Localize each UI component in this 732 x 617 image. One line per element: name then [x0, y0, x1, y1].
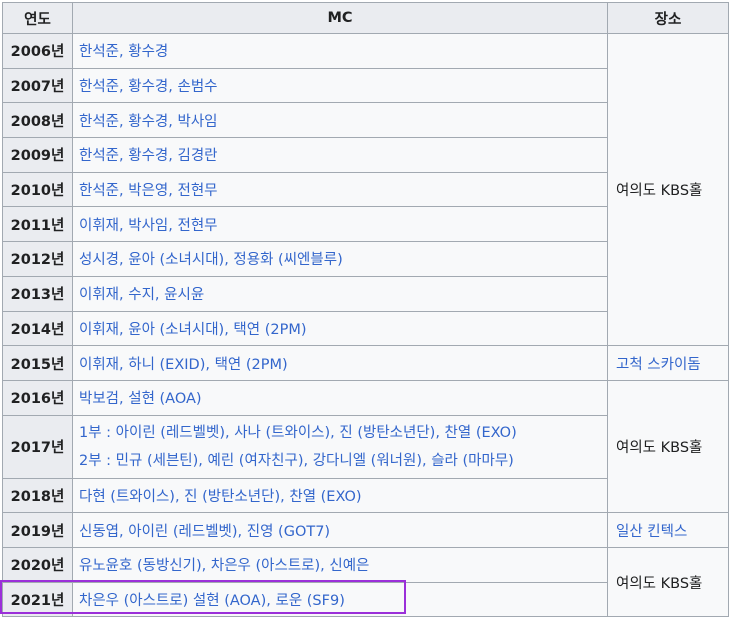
mc-cell[interactable]: 유노윤호 (동방신기), 차은우 (아스트로), 신예은 [72, 546, 608, 583]
mc-cell[interactable]: 박보검, 설현 (AOA) [72, 379, 608, 416]
year-cell: 2007년 [2, 67, 73, 104]
mc-cell[interactable]: 다현 (트와이스), 진 (방탄소년단), 찬열 (EXO) [72, 477, 608, 514]
mc-cell[interactable]: 한석준, 황수경, 손범수 [72, 67, 608, 104]
table-row: 2016년 박보검, 설현 (AOA) 여의도 KBS홀 [2, 379, 729, 514]
mc-cell[interactable]: 한석준, 황수경, 김경란 [72, 137, 608, 173]
year-cell: 2008년 [2, 102, 73, 139]
mc-cell[interactable]: 성시경, 윤아 (소녀시대), 정용화 (씨엔블루) [72, 241, 608, 277]
mc-cell[interactable]: 한석준, 황수경 [72, 33, 608, 69]
year-cell: 2009년 [2, 137, 73, 173]
venue-cell-link[interactable]: 고척 스카이돔 [607, 345, 729, 381]
year-cell: 2016년 [2, 379, 73, 416]
year-cell: 2018년 [2, 477, 73, 514]
year-cell: 2021년 [2, 581, 73, 617]
year-cell: 2015년 [2, 345, 73, 381]
mc-cell[interactable]: 이휘재, 윤아 (소녀시대), 택연 (2PM) [72, 310, 608, 347]
table-row: 2019년 신동엽, 아이린 (레드벨벳), 진영 (GOT7) 일산 킨텍스 [2, 512, 729, 548]
year-cell: 2019년 [2, 512, 73, 548]
venue-cell: 여의도 KBS홀 [607, 546, 729, 617]
table-header-row: 연도 MC 장소 [2, 2, 729, 34]
mc-history-table: 연도 MC 장소 2006년 한석준, 황수경 여의도 KBS홀 2007년 한… [2, 2, 729, 617]
table-row: 2020년 유노윤호 (동방신기), 차은우 (아스트로), 신예은 여의도 K… [2, 546, 729, 617]
year-cell: 2020년 [2, 546, 73, 583]
mc-part1-line[interactable]: 1부 : 아이린 (레드벨벳), 사나 (트와이스), 진 (방탄소년단), 찬… [79, 419, 601, 447]
mc-part2-line[interactable]: 2부 : 민규 (세븐틴), 예린 (여자친구), 강다니엘 (워너원), 슬라… [79, 447, 601, 475]
venue-cell: 여의도 KBS홀 [607, 379, 729, 514]
venue-cell-link[interactable]: 일산 킨텍스 [607, 512, 729, 548]
year-header: 연도 [2, 2, 73, 34]
table-row: 2015년 이휘재, 하니 (EXID), 택연 (2PM) 고척 스카이돔 [2, 345, 729, 381]
year-cell: 2013년 [2, 275, 73, 312]
mc-cell[interactable]: 이휘재, 박사임, 전현무 [72, 206, 608, 243]
venue-cell: 여의도 KBS홀 [607, 32, 729, 347]
year-cell: 2014년 [2, 310, 73, 347]
table-row: 2006년 한석준, 황수경 여의도 KBS홀 [2, 32, 729, 347]
year-cell: 2017년 [2, 414, 73, 479]
year-cell: 2006년 [2, 33, 73, 69]
mc-header: MC [72, 2, 608, 34]
mc-cell[interactable]: 한석준, 박은영, 전현무 [72, 171, 608, 208]
mc-cell[interactable]: 1부 : 아이린 (레드벨벳), 사나 (트와이스), 진 (방탄소년단), 찬… [72, 414, 608, 479]
year-cell: 2012년 [2, 241, 73, 277]
year-cell: 2010년 [2, 171, 73, 208]
mc-cell[interactable]: 이휘재, 하니 (EXID), 택연 (2PM) [72, 345, 608, 381]
year-cell: 2011년 [2, 206, 73, 243]
mc-cell[interactable]: 신동엽, 아이린 (레드벨벳), 진영 (GOT7) [72, 512, 608, 548]
venue-header: 장소 [607, 2, 729, 34]
mc-cell[interactable]: 차은우 (아스트로) 설현 (AOA), 로운 (SF9) [72, 581, 608, 617]
mc-cell[interactable]: 한석준, 황수경, 박사임 [72, 102, 608, 139]
mc-cell[interactable]: 이휘재, 수지, 윤시윤 [72, 275, 608, 312]
